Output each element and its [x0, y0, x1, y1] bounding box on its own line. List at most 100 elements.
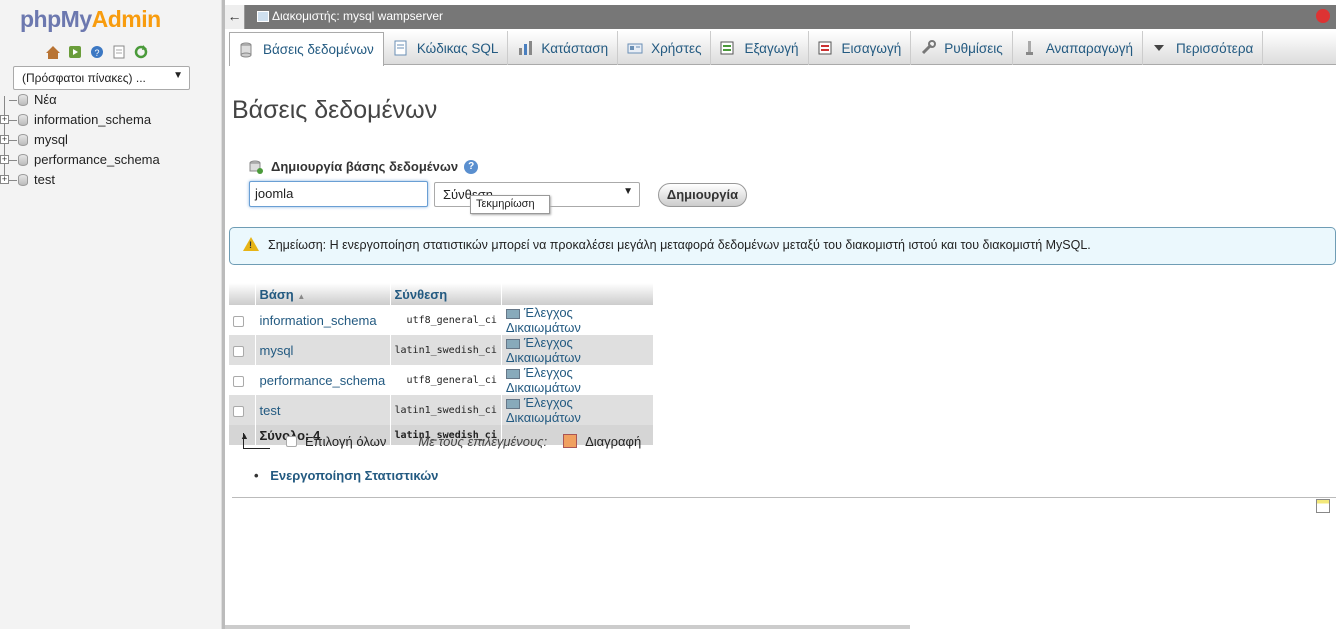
database-icon	[18, 134, 28, 146]
chevron-down-icon	[1152, 40, 1168, 56]
tree-item-label: test	[34, 172, 55, 187]
privileges-icon	[505, 308, 520, 319]
tree-item-label: mysql	[34, 132, 68, 147]
tab-more[interactable]: Περισσότερα	[1143, 31, 1264, 65]
row-checkbox[interactable]	[233, 345, 244, 357]
tree-item-information-schema[interactable]: + information_schema	[0, 110, 222, 130]
top-menu: Βάσεις δεδομένων Κώδικας SQL Κατάσταση Χ…	[229, 31, 1336, 66]
database-add-icon	[249, 160, 263, 174]
privileges-icon	[505, 338, 520, 349]
database-link[interactable]: test	[260, 403, 281, 418]
tab-sql[interactable]: Κώδικας SQL	[384, 31, 509, 65]
column-header-database[interactable]: Βάση ▲	[255, 283, 391, 305]
reload-icon[interactable]	[133, 44, 149, 60]
page-title: Βάσεις δεδομένων	[232, 96, 438, 124]
users-icon	[627, 40, 643, 56]
privileges-icon	[505, 398, 520, 409]
phpmyadmin-logo[interactable]: phpMyAdmin	[20, 6, 161, 33]
select-all-checkbox[interactable]	[286, 435, 297, 447]
database-link[interactable]: mysql	[260, 343, 294, 358]
expand-icon[interactable]: +	[0, 175, 9, 184]
import-icon	[818, 40, 834, 56]
delete-button[interactable]: Διαγραφή	[585, 434, 641, 449]
table-row: test latin1_swedish_ci Έλεγχος Δικαιωμάτ…	[229, 395, 655, 425]
nav-icons: ?	[45, 44, 149, 60]
column-header-collation[interactable]: Σύνθεση	[390, 283, 502, 305]
tree-item-new[interactable]: Νέα	[0, 90, 222, 110]
chevron-down-icon: ▼	[173, 70, 183, 81]
enable-statistics-link[interactable]: Ενεργοποίηση Στατιστικών	[270, 468, 438, 483]
panel-resizer[interactable]	[222, 0, 225, 629]
database-icon	[239, 42, 255, 58]
tab-export[interactable]: Εξαγωγή	[711, 31, 809, 65]
console-toggle-icon[interactable]	[1316, 499, 1330, 513]
row-checkbox[interactable]	[233, 405, 244, 417]
database-icon	[18, 154, 28, 166]
expand-icon[interactable]: +	[0, 155, 9, 164]
close-icon[interactable]	[1316, 9, 1330, 23]
server-breadcrumb-bar: ← Διακομιστής: mysql wampserver	[225, 5, 1336, 29]
with-selected-label: Με τους επιλεγμένους:	[418, 433, 548, 449]
database-icon	[18, 174, 28, 186]
wrench-icon	[920, 40, 937, 56]
horizontal-scrollbar[interactable]	[225, 625, 910, 629]
database-name-input[interactable]: joomla	[249, 181, 428, 207]
divider	[232, 497, 1336, 498]
recent-tables-select[interactable]: (Πρόσφατοι πίνακες) ... ▼	[13, 66, 190, 90]
database-link[interactable]: information_schema	[260, 313, 377, 328]
tab-status[interactable]: Κατάσταση	[508, 31, 619, 65]
databases-table: Βάση ▲ Σύνθεση information_schema utf8_g…	[229, 283, 655, 445]
delete-icon[interactable]	[563, 434, 578, 448]
tree-item-performance-schema[interactable]: + performance_schema	[0, 150, 222, 170]
svg-text:?: ?	[95, 48, 100, 58]
table-row: performance_schema utf8_general_ci Έλεγχ…	[229, 365, 655, 395]
row-checkbox[interactable]	[233, 315, 244, 327]
database-icon	[18, 114, 28, 126]
enable-statistics-item: • Ενεργοποίηση Στατιστικών	[254, 468, 439, 483]
tree-item-mysql[interactable]: + mysql	[0, 130, 222, 150]
collation-value: utf8_general_ci	[390, 365, 502, 395]
table-header-row: Βάση ▲ Σύνθεση	[229, 283, 655, 305]
bulk-actions: ▲ Επιλογή όλων Με τους επιλεγμένους: Δια…	[240, 431, 641, 449]
tree-item-test[interactable]: + test	[0, 170, 222, 190]
privileges-icon	[505, 368, 520, 379]
collation-value: utf8_general_ci	[390, 305, 502, 335]
home-icon[interactable]	[45, 44, 61, 60]
tab-databases[interactable]: Βάσεις δεδομένων	[229, 32, 384, 66]
table-row: mysql latin1_swedish_ci Έλεγχος Δικαιωμά…	[229, 335, 655, 365]
help-icon[interactable]: ?	[464, 159, 479, 174]
expand-icon[interactable]: +	[0, 135, 9, 144]
collation-value: latin1_swedish_ci	[390, 335, 502, 365]
tree-item-label: Νέα	[34, 92, 57, 107]
server-title[interactable]: Διακομιστής: mysql wampserver	[272, 9, 443, 23]
tab-settings[interactable]: Ρυθμίσεις	[911, 31, 1013, 65]
database-link[interactable]: performance_schema	[260, 373, 386, 388]
sql-icon	[393, 40, 409, 56]
sort-asc-icon: ▲	[297, 291, 306, 301]
new-database-icon	[18, 94, 28, 106]
database-tree: Νέα + information_schema + mysql + perfo…	[0, 90, 222, 190]
create-button[interactable]: Δημιουργία	[658, 183, 747, 207]
tree-item-label: performance_schema	[34, 152, 160, 167]
row-checkbox[interactable]	[233, 375, 244, 387]
collapse-navigation-button[interactable]: ←	[225, 5, 245, 29]
logout-icon[interactable]	[67, 44, 83, 60]
help-icon[interactable]: ?	[89, 44, 105, 60]
status-icon	[517, 40, 533, 56]
expand-icon[interactable]: +	[0, 115, 9, 124]
export-icon	[720, 40, 736, 56]
docs-icon[interactable]	[111, 44, 127, 60]
navigation-panel: phpMyAdmin ? (Πρόσφατοι πίνακες) ... ▼ Νέ…	[0, 0, 222, 629]
collation-value: latin1_swedish_ci	[390, 395, 502, 425]
replication-icon	[1022, 40, 1038, 56]
tree-item-label: information_schema	[34, 112, 152, 127]
server-icon	[257, 11, 269, 22]
table-row: information_schema utf8_general_ci Έλεγχ…	[229, 305, 655, 335]
select-all-label[interactable]: Επιλογή όλων	[305, 434, 386, 449]
tab-replication[interactable]: Αναπαραγωγή	[1013, 31, 1144, 65]
tooltip: Τεκμηρίωση	[470, 195, 550, 214]
tab-users[interactable]: Χρήστες	[618, 31, 712, 65]
chevron-down-icon: ▼	[623, 186, 633, 197]
tab-import[interactable]: Εισαγωγή	[809, 31, 912, 65]
create-database-header: Δημιουργία βάσης δεδομένων ?	[249, 159, 479, 174]
